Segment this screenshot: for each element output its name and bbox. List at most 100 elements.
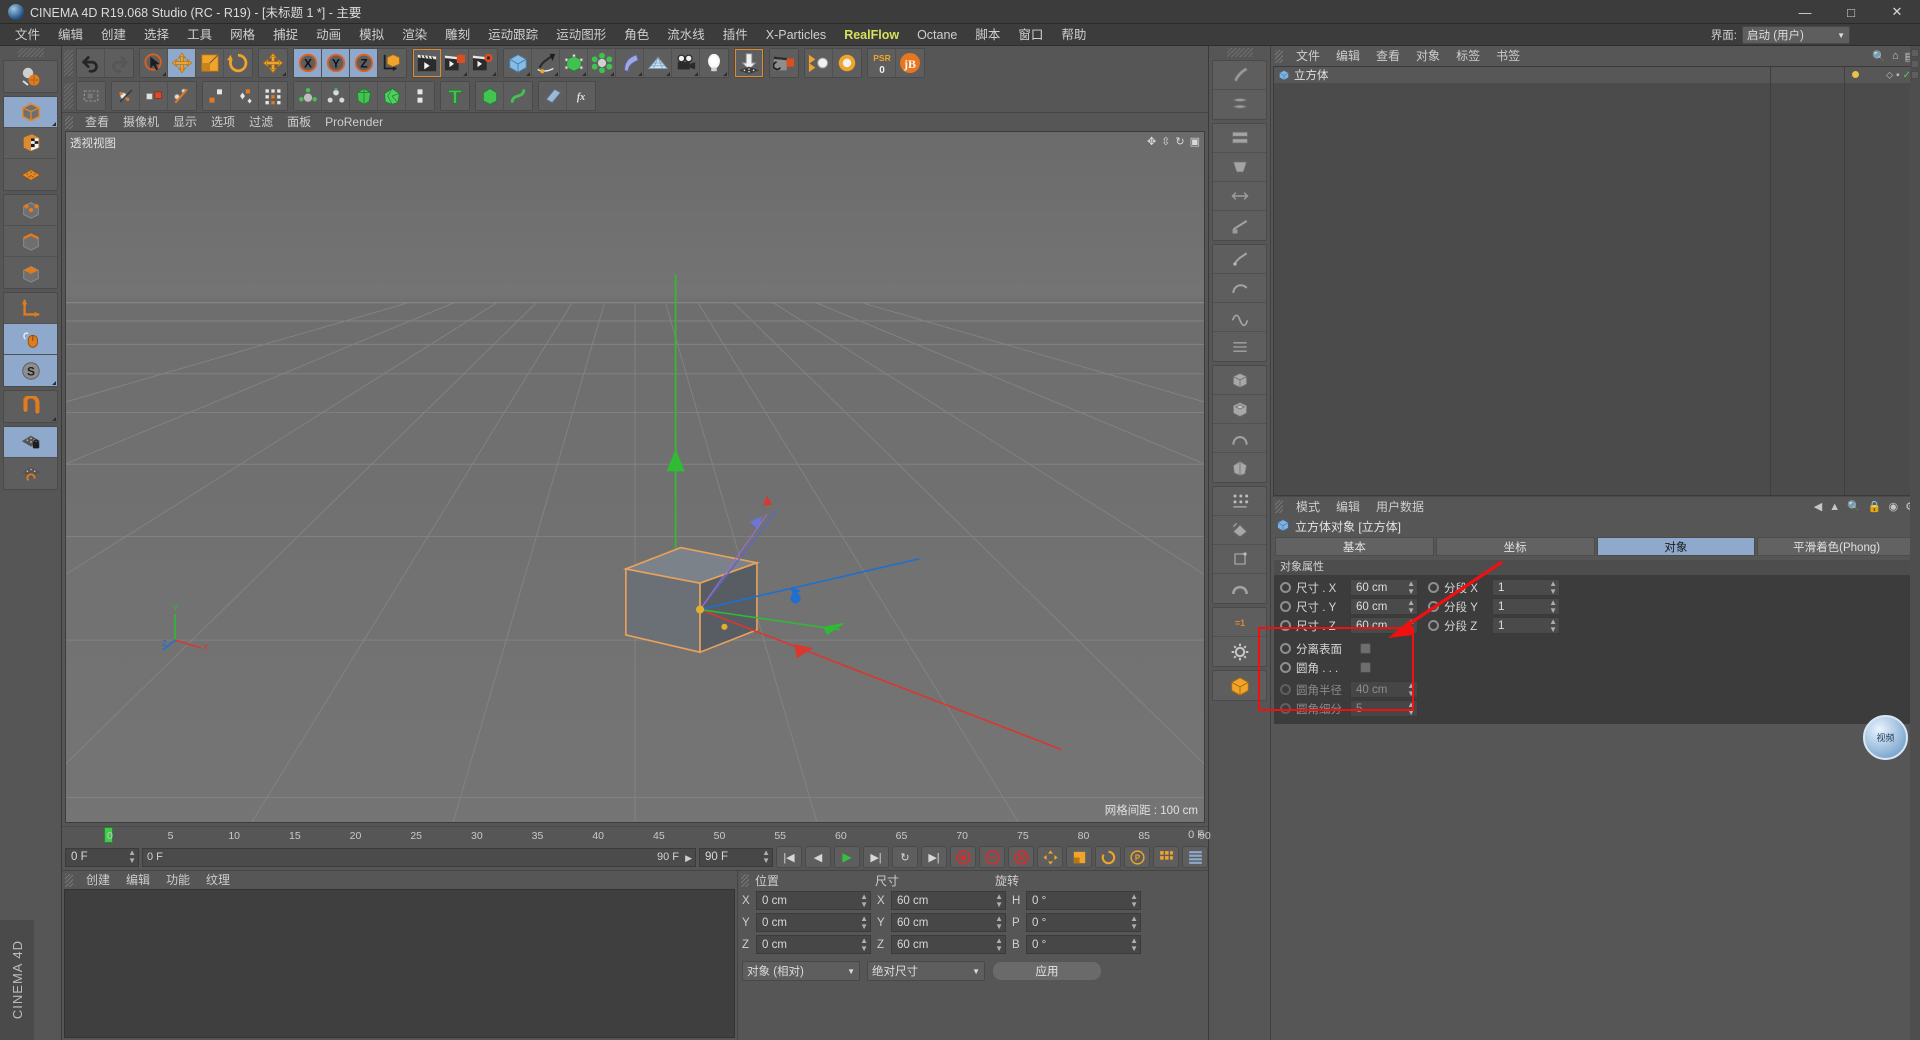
viewport-pan-icon[interactable]: ✥: [1147, 135, 1156, 148]
goto-end-button[interactable]: ▶|: [921, 846, 947, 868]
connect-tool-icon[interactable]: [1213, 545, 1266, 574]
maximize-button[interactable]: □: [1828, 0, 1874, 24]
attribute-manager-menu-1[interactable]: 编辑: [1328, 497, 1368, 517]
object-manager-menu-5[interactable]: 书签: [1488, 46, 1528, 66]
points-mode-icon[interactable]: [4, 195, 57, 226]
edge-handle[interactable]: [1911, 49, 1919, 57]
step-forward-button[interactable]: ▶|: [863, 846, 889, 868]
settings-gear-icon[interactable]: [1213, 637, 1266, 666]
move-secondary-icon[interactable]: [259, 48, 287, 77]
menu-item-11[interactable]: 运动跟踪: [479, 24, 547, 46]
object-manager-menu-3[interactable]: 对象: [1408, 46, 1448, 66]
step-back-button[interactable]: ◀: [805, 846, 831, 868]
menu-item-20[interactable]: 窗口: [1009, 24, 1052, 46]
inner-extrude-icon[interactable]: [1213, 395, 1266, 424]
separate-surfaces-checkbox[interactable]: [1360, 643, 1371, 654]
menu-item-0[interactable]: 文件: [6, 24, 49, 46]
search-icon[interactable]: 🔍: [1872, 50, 1886, 63]
timeline-range-slider[interactable]: 0 F 90 F ▶: [142, 847, 696, 867]
animate-seg-z-icon[interactable]: [1428, 620, 1439, 631]
minimize-button[interactable]: —: [1782, 0, 1828, 24]
play-button[interactable]: ▶: [834, 846, 860, 868]
soft-selection-icon[interactable]: S: [4, 355, 57, 386]
spline-smooth-icon[interactable]: [1213, 303, 1266, 332]
menu-item-6[interactable]: 捕捉: [264, 24, 307, 46]
seg-y-field[interactable]: 1 ▲ ▼: [1492, 598, 1560, 615]
menu-item-19[interactable]: 脚本: [966, 24, 1009, 46]
viewport-menu-1[interactable]: 摄像机: [116, 113, 166, 131]
viewport-menu-grip[interactable]: [65, 115, 73, 129]
object-row-cube[interactable]: 立方体 ⬦ ▪ ✓: [1274, 67, 1917, 84]
extrude-poly-icon[interactable]: [1213, 366, 1266, 395]
size-x-field[interactable]: 60 cm ▲ ▼: [1350, 579, 1418, 596]
viewport-maximize-icon[interactable]: ▣: [1190, 135, 1200, 148]
add-deformer-icon[interactable]: [616, 48, 644, 77]
menu-item-18[interactable]: Octane: [908, 24, 966, 46]
render-settings-icon[interactable]: [469, 48, 497, 77]
animate-fillet-icon[interactable]: [1280, 662, 1291, 673]
enable-axis-icon[interactable]: [4, 293, 57, 324]
grid-points-icon[interactable]: [259, 81, 287, 110]
quantize-icon[interactable]: [4, 458, 57, 489]
keyframe-selection-button[interactable]: [1008, 846, 1034, 868]
psr-zero-icon[interactable]: PSR 0: [868, 48, 896, 77]
nav-up-icon[interactable]: ▲: [1829, 501, 1840, 513]
matrix-icon[interactable]: [322, 81, 350, 110]
axis-z-lock-icon[interactable]: Z: [350, 48, 378, 77]
menu-item-15[interactable]: 插件: [714, 24, 757, 46]
material-menu-0[interactable]: 创建: [78, 871, 118, 889]
effects-fx-icon[interactable]: fx: [567, 81, 595, 110]
size-z-field[interactable]: 60 cm ▲ ▼: [1350, 617, 1418, 634]
xparticles-emitter-icon[interactable]: [805, 48, 833, 77]
sweep-nurbs-icon[interactable]: [504, 81, 532, 110]
stitch-sew-icon[interactable]: [1213, 516, 1266, 545]
axis-center-icon[interactable]: =1: [1213, 608, 1266, 637]
animate-separate-surfaces-icon[interactable]: [1280, 643, 1291, 654]
text-object-icon[interactable]: [441, 81, 469, 110]
bridge-tool-icon[interactable]: [1213, 424, 1266, 453]
add-camera-icon[interactable]: [672, 48, 700, 77]
position-field-1[interactable]: 0 cm ▲ ▼: [756, 913, 871, 932]
edge-handle[interactable]: [1911, 60, 1919, 68]
point-level-anim-button[interactable]: [1153, 846, 1179, 868]
edge-handle[interactable]: [1911, 71, 1919, 79]
knife-plane-icon[interactable]: [1213, 211, 1266, 240]
coordinates-grip[interactable]: [741, 873, 749, 887]
attribute-manager-menu-0[interactable]: 模式: [1288, 497, 1328, 517]
extrude-nurbs-icon[interactable]: [476, 81, 504, 110]
viewport-menu-3[interactable]: 选项: [204, 113, 242, 131]
team-render-icon[interactable]: [770, 48, 798, 77]
close-button[interactable]: ✕: [1874, 0, 1920, 24]
rotation-field-1[interactable]: 0 ° ▲ ▼: [1026, 913, 1141, 932]
timeline-panel-button[interactable]: [1182, 846, 1208, 868]
spline-project-icon[interactable]: [1213, 332, 1266, 361]
world-object-coord-icon[interactable]: [378, 48, 406, 77]
menu-item-4[interactable]: 工具: [178, 24, 221, 46]
animate-seg-x-icon[interactable]: [1428, 582, 1439, 593]
editor-visibility-icon[interactable]: ▪: [1896, 70, 1900, 81]
texture-mode-icon[interactable]: [4, 128, 57, 159]
pin-icon[interactable]: ◉: [1889, 500, 1899, 513]
axis-y-lock-icon[interactable]: Y: [322, 48, 350, 77]
add-light-icon[interactable]: [700, 48, 728, 77]
record-scale-button[interactable]: [1066, 846, 1092, 868]
palette-grip[interactable]: [17, 48, 44, 57]
search-icon[interactable]: 🔍: [1847, 500, 1861, 513]
menu-item-3[interactable]: 选择: [135, 24, 178, 46]
bevel-tool-icon[interactable]: [1213, 153, 1266, 182]
position-field-2[interactable]: 0 cm ▲ ▼: [756, 935, 871, 954]
weld-tool-icon[interactable]: [1213, 453, 1266, 482]
menu-item-9[interactable]: 渲染: [393, 24, 436, 46]
mospline-icon[interactable]: [406, 81, 434, 110]
menu-item-5[interactable]: 网格: [221, 24, 264, 46]
menu-item-17[interactable]: RealFlow: [835, 24, 908, 46]
sculpt-pull-icon[interactable]: [735, 48, 763, 77]
menu-item-2[interactable]: 创建: [92, 24, 135, 46]
spline-arc-icon[interactable]: [1213, 274, 1266, 303]
add-environment-icon[interactable]: [644, 48, 672, 77]
attribute-tab-3[interactable]: 平滑着色(Phong): [1757, 537, 1916, 556]
record-position-button[interactable]: [1037, 846, 1063, 868]
extrude-tool-icon[interactable]: [140, 81, 168, 110]
mouse-snap-icon[interactable]: [4, 324, 57, 355]
attribute-tab-0[interactable]: 基本: [1275, 537, 1434, 556]
